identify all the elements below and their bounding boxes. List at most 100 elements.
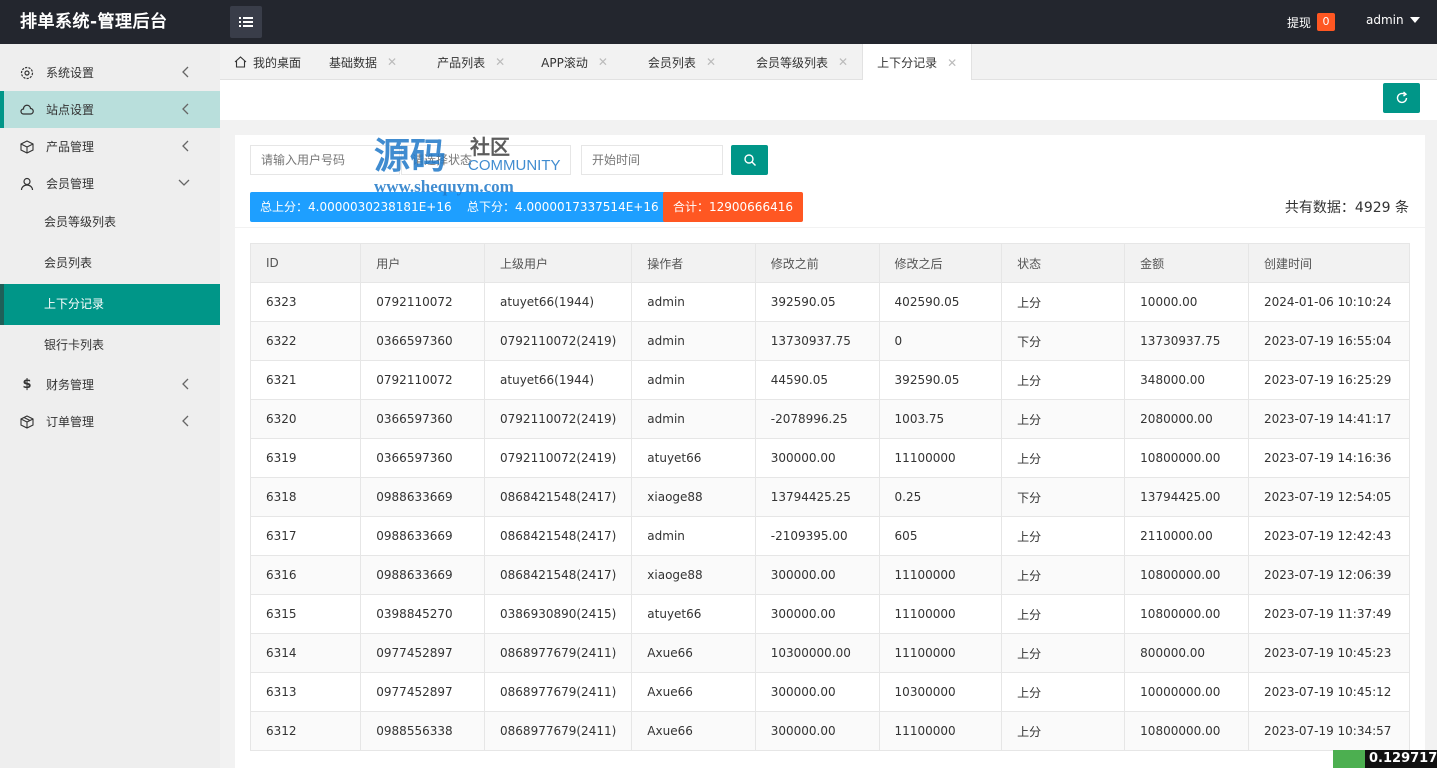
table-cell: 13794425.25 (754, 477, 880, 517)
close-icon[interactable]: ✕ (387, 55, 397, 69)
sidebar-item-product-management[interactable]: 产品管理 (0, 128, 220, 165)
sidebar-item-site-settings[interactable]: 站点设置 (0, 91, 220, 128)
tab-desktop[interactable]: 我的桌面 (220, 44, 315, 80)
table-cell: 2023-07-19 10:34:57 (1247, 711, 1411, 751)
table-cell: 0398845270 (360, 594, 486, 634)
table-cell: 0 (878, 321, 1003, 361)
withdraw-link[interactable]: 提现 0 (1287, 13, 1336, 31)
table-row: 6315 0398845270 0386930890(2415) atuyet66 30… (249, 594, 1411, 634)
column-header: 用户 (360, 243, 486, 283)
chevron-down-icon (178, 179, 190, 186)
table-cell: atuyet66 (631, 438, 756, 478)
table-cell: 0386930890(2415) (484, 594, 633, 634)
tab-app-scroll[interactable]: APP滚动 ✕ (519, 44, 622, 80)
tab-member-levels[interactable]: 会员等级列表 ✕ (730, 44, 862, 80)
sidebar-item-label: 系统设置 (46, 66, 95, 80)
table-cell: 0868977679(2411) (484, 711, 633, 751)
table-cell: 300000.00 (754, 438, 880, 478)
menu-toggle-button[interactable] (230, 6, 262, 38)
app-title: 排单系统-管理后台 (20, 12, 168, 32)
table-cell: 0868421548(2417) (484, 516, 633, 556)
column-header: 状态 (1001, 243, 1126, 283)
tab-points-records[interactable]: 上下分记录 ✕ (862, 44, 973, 81)
tab-label: 会员列表 (647, 55, 696, 70)
table-cell: 0366597360 (360, 399, 486, 439)
sidebar-item-label: 产品管理 (46, 140, 95, 154)
search-icon (743, 154, 756, 166)
table-cell: 0977452897 (360, 633, 486, 673)
refresh-button[interactable] (1383, 83, 1420, 113)
table-cell: atuyet66 (631, 594, 756, 634)
close-icon[interactable]: ✕ (706, 55, 716, 69)
column-header: 修改之后 (878, 243, 1003, 283)
tab-bar: 我的桌面 基础数据 ✕ 产品列表 ✕ APP滚动 ✕ 会员列表 ✕ 会员等级列表… (220, 44, 1437, 81)
page-toolbar (220, 80, 1437, 120)
tab-member-list[interactable]: 会员列表 ✕ (622, 44, 730, 80)
close-icon[interactable]: ✕ (838, 55, 848, 69)
table-row: 6320 0366597360 0792110072(2419) admin -2078… (249, 399, 1411, 439)
close-icon[interactable]: ✕ (598, 55, 608, 69)
table-cell: 0868977679(2411) (484, 633, 633, 673)
sidebar-item-label: 订单管理 (46, 415, 95, 429)
search-button[interactable] (731, 145, 768, 175)
table-cell: 0792110072(2419) (484, 399, 633, 439)
gear-icon (20, 66, 34, 80)
sidebar-subitem-member-levels[interactable]: 会员等级列表 (0, 202, 220, 243)
table-cell: Axue66 (631, 672, 756, 712)
chevron-left-icon (182, 415, 189, 427)
user-number-input[interactable] (250, 145, 400, 175)
table-cell: admin (631, 516, 756, 556)
table-cell: 1003.75 (878, 399, 1003, 439)
tab-product-list[interactable]: 产品列表 ✕ (411, 44, 519, 80)
table-cell: 10300000.00 (754, 633, 880, 673)
table-cell: 6322 (249, 321, 362, 361)
table-cell: 11100000 (878, 555, 1003, 595)
chevron-left-icon (182, 378, 189, 390)
total-down-badge: 总下分：4.0000017337514E+16 (457, 192, 669, 222)
close-icon[interactable]: ✕ (495, 55, 505, 69)
sidebar-item-system-settings[interactable]: 系统设置 (0, 54, 220, 91)
table-cell: 2023-07-19 12:54:05 (1247, 477, 1411, 517)
table-cell: admin (631, 360, 756, 400)
status-select[interactable] (401, 145, 571, 175)
sidebar-item-label: 财务管理 (46, 378, 95, 392)
sidebar-subitem-points-records[interactable]: 上下分记录 (0, 284, 220, 325)
table-cell: 2023-07-19 12:42:43 (1247, 516, 1411, 556)
withdraw-count-badge: 0 (1317, 13, 1336, 31)
sidebar-subitem-member-list[interactable]: 会员列表 (0, 243, 220, 284)
table-cell: admin (631, 399, 756, 439)
table-cell: 392590.05 (754, 282, 880, 322)
table-cell: admin (631, 282, 756, 322)
chevron-left-icon (182, 103, 189, 115)
table-cell: 0868977679(2411) (484, 672, 633, 712)
sidebar-item-order-management[interactable]: 订单管理 (0, 403, 220, 440)
total-up-badge: 总上分：4.0000030238181E+16 (250, 192, 462, 222)
chevron-left-icon (182, 66, 189, 78)
table-row: 6323 0792110072 atuyet66(1944) admin 392590.… (249, 282, 1411, 322)
divider (235, 227, 1425, 228)
caret-down-icon (1409, 17, 1420, 23)
column-header: ID (249, 243, 362, 283)
sidebar-item-member-management[interactable]: 会员管理 (0, 165, 220, 202)
start-time-input[interactable] (581, 145, 723, 175)
cube-icon (20, 139, 34, 154)
table-cell: 2023-07-19 14:16:36 (1247, 438, 1411, 478)
close-icon[interactable]: ✕ (947, 56, 957, 70)
table-cell: 300000.00 (754, 555, 880, 595)
table-cell: 上分 (1001, 594, 1126, 634)
list-icon (239, 17, 253, 27)
table-cell: 上分 (1001, 399, 1126, 439)
table-cell: 2080000.00 (1124, 399, 1249, 439)
column-header: 操作者 (631, 243, 756, 283)
sidebar-item-label: 会员管理 (46, 177, 95, 191)
table-cell: 上分 (1001, 516, 1126, 556)
leaf-icon (1333, 750, 1365, 768)
user-menu[interactable]: admin (1366, 13, 1420, 27)
cloud-icon (20, 103, 34, 117)
sidebar-item-finance-management[interactable]: $ 财务管理 (0, 366, 220, 403)
sidebar-subitem-bank-cards[interactable]: 银行卡列表 (0, 325, 220, 366)
user-icon (20, 177, 34, 191)
tab-basic-data[interactable]: 基础数据 ✕ (315, 44, 411, 80)
chevron-left-icon (182, 140, 189, 152)
table-row: 6318 0988633669 0868421548(2417) xiaoge88 13… (249, 477, 1411, 517)
